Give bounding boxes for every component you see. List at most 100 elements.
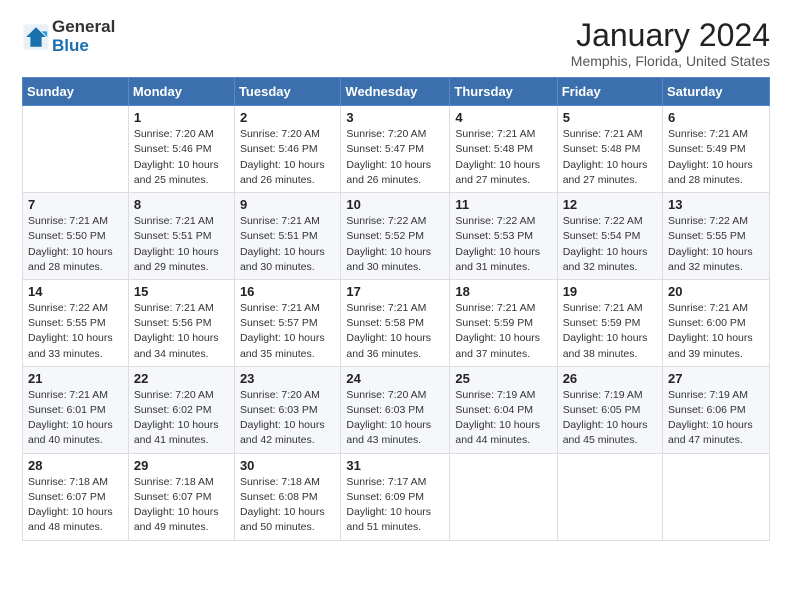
day-number: 26 <box>563 371 657 386</box>
calendar-cell: 23 Sunrise: 7:20 AM Sunset: 6:03 PM Dayli… <box>234 366 340 453</box>
calendar-cell: 15Sunrise: 7:21 AM Sunset: 5:56 PM Dayli… <box>128 279 234 366</box>
day-info: Sunrise: 7:21 AM Sunset: 5:48 PM Dayligh… <box>455 127 551 188</box>
day-number: 19 <box>563 284 657 299</box>
calendar-cell: 24Sunrise: 7:20 AM Sunset: 6:03 PM Dayli… <box>341 366 450 453</box>
day-number: 8 <box>134 197 229 212</box>
calendar-cell: 4 Sunrise: 7:21 AM Sunset: 5:48 PM Daylig… <box>450 106 557 193</box>
day-number: 17 <box>346 284 444 299</box>
calendar-cell: 13 Sunrise: 7:22 AM Sunset: 5:55 PM Dayli… <box>663 193 770 280</box>
day-info: Sunrise: 7:22 AM Sunset: 5:53 PM Dayligh… <box>455 214 551 275</box>
day-info: Sunrise: 7:21 AM Sunset: 5:59 PM Dayligh… <box>563 301 657 362</box>
calendar-cell <box>450 453 557 540</box>
day-number: 6 <box>668 110 764 125</box>
calendar-cell: 27Sunrise: 7:19 AM Sunset: 6:06 PM Dayli… <box>663 366 770 453</box>
calendar-cell: 2Sunrise: 7:20 AM Sunset: 5:46 PM Daylig… <box>234 106 340 193</box>
day-info: Sunrise: 7:21 AM Sunset: 6:01 PM Dayligh… <box>28 388 123 449</box>
day-number: 22 <box>134 371 229 386</box>
day-info: Sunrise: 7:17 AM Sunset: 6:09 PM Dayligh… <box>346 475 444 536</box>
calendar-cell: 31 Sunrise: 7:17 AM Sunset: 6:09 PM Dayli… <box>341 453 450 540</box>
calendar-cell: 16 Sunrise: 7:21 AM Sunset: 5:57 PM Dayli… <box>234 279 340 366</box>
day-number: 4 <box>455 110 551 125</box>
header-thursday: Thursday <box>450 78 557 106</box>
calendar-cell: 18Sunrise: 7:21 AM Sunset: 5:59 PM Dayli… <box>450 279 557 366</box>
header-monday: Monday <box>128 78 234 106</box>
calendar-cell: 22 Sunrise: 7:20 AM Sunset: 6:02 PM Dayli… <box>128 366 234 453</box>
calendar-cell: 28 Sunrise: 7:18 AM Sunset: 6:07 PM Dayli… <box>23 453 129 540</box>
calendar-cell: 12Sunrise: 7:22 AM Sunset: 5:54 PM Dayli… <box>557 193 662 280</box>
day-number: 25 <box>455 371 551 386</box>
calendar-cell: 21Sunrise: 7:21 AM Sunset: 6:01 PM Dayli… <box>23 366 129 453</box>
day-number: 28 <box>28 458 123 473</box>
day-info: Sunrise: 7:22 AM Sunset: 5:55 PM Dayligh… <box>668 214 764 275</box>
day-number: 31 <box>346 458 444 473</box>
day-info: Sunrise: 7:21 AM Sunset: 5:50 PM Dayligh… <box>28 214 123 275</box>
page-header: General Blue January 2024 Memphis, Flori… <box>22 18 770 69</box>
logo-blue-text: Blue <box>52 37 115 56</box>
day-number: 1 <box>134 110 229 125</box>
logo-text: General Blue <box>52 18 115 55</box>
calendar-week-row: 7 Sunrise: 7:21 AM Sunset: 5:50 PM Daylig… <box>23 193 770 280</box>
day-number: 9 <box>240 197 335 212</box>
calendar-cell: 25Sunrise: 7:19 AM Sunset: 6:04 PM Dayli… <box>450 366 557 453</box>
day-info: Sunrise: 7:21 AM Sunset: 6:00 PM Dayligh… <box>668 301 764 362</box>
calendar-cell: 19 Sunrise: 7:21 AM Sunset: 5:59 PM Dayli… <box>557 279 662 366</box>
day-info: Sunrise: 7:21 AM Sunset: 5:48 PM Dayligh… <box>563 127 657 188</box>
day-info: Sunrise: 7:20 AM Sunset: 5:47 PM Dayligh… <box>346 127 444 188</box>
calendar-cell: 20 Sunrise: 7:21 AM Sunset: 6:00 PM Dayli… <box>663 279 770 366</box>
calendar-cell: 29Sunrise: 7:18 AM Sunset: 6:07 PM Dayli… <box>128 453 234 540</box>
logo-icon <box>22 23 50 51</box>
day-number: 23 <box>240 371 335 386</box>
day-number: 13 <box>668 197 764 212</box>
day-info: Sunrise: 7:22 AM Sunset: 5:52 PM Dayligh… <box>346 214 444 275</box>
calendar-cell: 5 Sunrise: 7:21 AM Sunset: 5:48 PM Daylig… <box>557 106 662 193</box>
day-number: 3 <box>346 110 444 125</box>
day-number: 5 <box>563 110 657 125</box>
day-info: Sunrise: 7:20 AM Sunset: 6:02 PM Dayligh… <box>134 388 229 449</box>
header-friday: Friday <box>557 78 662 106</box>
day-info: Sunrise: 7:18 AM Sunset: 6:07 PM Dayligh… <box>28 475 123 536</box>
calendar-table: Sunday Monday Tuesday Wednesday Thursday… <box>22 77 770 540</box>
header-saturday: Saturday <box>663 78 770 106</box>
calendar-cell: 26 Sunrise: 7:19 AM Sunset: 6:05 PM Dayli… <box>557 366 662 453</box>
day-info: Sunrise: 7:19 AM Sunset: 6:05 PM Dayligh… <box>563 388 657 449</box>
calendar-cell: 10 Sunrise: 7:22 AM Sunset: 5:52 PM Dayli… <box>341 193 450 280</box>
calendar-cell: 30 Sunrise: 7:18 AM Sunset: 6:08 PM Dayli… <box>234 453 340 540</box>
day-info: Sunrise: 7:21 AM Sunset: 5:56 PM Dayligh… <box>134 301 229 362</box>
logo-general-text: General <box>52 18 115 37</box>
day-info: Sunrise: 7:22 AM Sunset: 5:55 PM Dayligh… <box>28 301 123 362</box>
day-number: 18 <box>455 284 551 299</box>
day-info: Sunrise: 7:20 AM Sunset: 6:03 PM Dayligh… <box>240 388 335 449</box>
calendar-week-row: 28 Sunrise: 7:18 AM Sunset: 6:07 PM Dayli… <box>23 453 770 540</box>
calendar-cell: 11 Sunrise: 7:22 AM Sunset: 5:53 PM Dayli… <box>450 193 557 280</box>
day-number: 30 <box>240 458 335 473</box>
calendar-cell: 6 Sunrise: 7:21 AM Sunset: 5:49 PM Daylig… <box>663 106 770 193</box>
day-number: 16 <box>240 284 335 299</box>
header-tuesday: Tuesday <box>234 78 340 106</box>
day-info: Sunrise: 7:21 AM Sunset: 5:49 PM Dayligh… <box>668 127 764 188</box>
day-info: Sunrise: 7:21 AM Sunset: 5:51 PM Dayligh… <box>134 214 229 275</box>
day-number: 14 <box>28 284 123 299</box>
day-number: 29 <box>134 458 229 473</box>
day-number: 12 <box>563 197 657 212</box>
day-info: Sunrise: 7:20 AM Sunset: 5:46 PM Dayligh… <box>240 127 335 188</box>
day-number: 10 <box>346 197 444 212</box>
day-number: 20 <box>668 284 764 299</box>
calendar-cell: 8 Sunrise: 7:21 AM Sunset: 5:51 PM Daylig… <box>128 193 234 280</box>
day-info: Sunrise: 7:21 AM Sunset: 5:57 PM Dayligh… <box>240 301 335 362</box>
day-info: Sunrise: 7:21 AM Sunset: 5:51 PM Dayligh… <box>240 214 335 275</box>
calendar-cell: 1Sunrise: 7:20 AM Sunset: 5:46 PM Daylig… <box>128 106 234 193</box>
day-info: Sunrise: 7:21 AM Sunset: 5:58 PM Dayligh… <box>346 301 444 362</box>
day-info: Sunrise: 7:19 AM Sunset: 6:06 PM Dayligh… <box>668 388 764 449</box>
day-number: 7 <box>28 197 123 212</box>
day-info: Sunrise: 7:20 AM Sunset: 6:03 PM Dayligh… <box>346 388 444 449</box>
calendar-cell: 14 Sunrise: 7:22 AM Sunset: 5:55 PM Dayli… <box>23 279 129 366</box>
title-area: January 2024 Memphis, Florida, United St… <box>571 18 770 69</box>
logo: General Blue <box>22 18 115 55</box>
header-sunday: Sunday <box>23 78 129 106</box>
location-text: Memphis, Florida, United States <box>571 53 770 69</box>
day-info: Sunrise: 7:18 AM Sunset: 6:08 PM Dayligh… <box>240 475 335 536</box>
calendar-cell <box>663 453 770 540</box>
day-number: 11 <box>455 197 551 212</box>
calendar-cell: 3 Sunrise: 7:20 AM Sunset: 5:47 PM Daylig… <box>341 106 450 193</box>
header-wednesday: Wednesday <box>341 78 450 106</box>
